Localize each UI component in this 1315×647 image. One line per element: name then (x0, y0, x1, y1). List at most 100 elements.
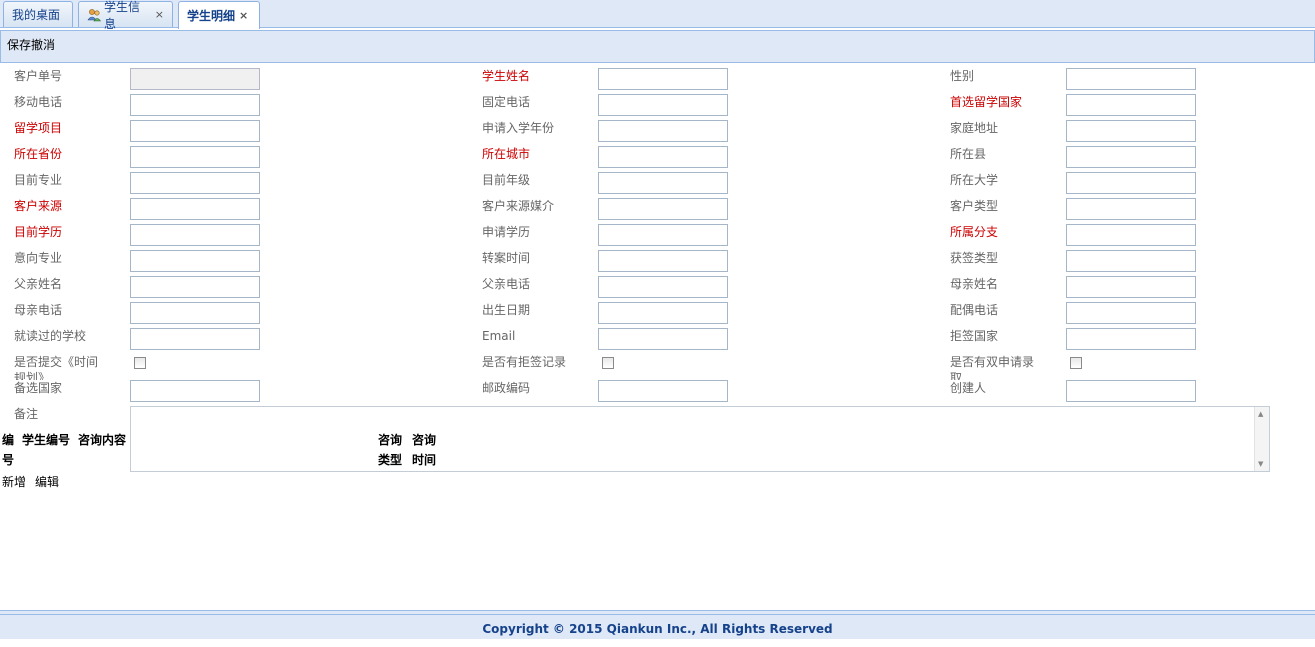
city-label: 所在城市 (482, 147, 531, 161)
father-phone-field[interactable] (598, 276, 728, 298)
dual-application-label: 是否有双申请录取 (950, 355, 1034, 380)
postal-code-label: 邮政编码 (482, 381, 531, 395)
header-consult-type: 咨询类型 (378, 433, 403, 467)
current-major-label: 目前专业 (14, 173, 63, 187)
header-id: 编号 (2, 433, 15, 467)
father-phone-label: 父亲电话 (482, 277, 531, 291)
email-field[interactable] (598, 328, 728, 350)
customer-type-field[interactable] (1066, 198, 1196, 220)
mother-name-field[interactable] (1066, 276, 1196, 298)
enroll-year-field[interactable] (598, 120, 728, 142)
has-refusal-checkbox[interactable] (602, 357, 614, 369)
province-label: 所在省份 (14, 147, 63, 161)
home-address-label: 家庭地址 (950, 121, 999, 135)
university-label: 所在大学 (950, 173, 999, 187)
header-consult-time: 咨询时间 (412, 433, 437, 467)
applied-education-label: 申请学历 (482, 225, 531, 239)
tab-bar: 我的桌面 学生信息 × 学生明细 × (0, 0, 1315, 31)
county-field[interactable] (1066, 146, 1196, 168)
toolbar: 保存撤消 (0, 30, 1315, 63)
customer-source-field[interactable] (130, 198, 260, 220)
university-field[interactable] (1066, 172, 1196, 194)
cancel-button[interactable]: 撤消 (31, 38, 55, 52)
city-field[interactable] (598, 146, 728, 168)
current-education-label: 目前学历 (14, 225, 63, 239)
save-button[interactable]: 保存 (7, 38, 31, 52)
phone-field[interactable] (598, 94, 728, 116)
creator-label: 创建人 (950, 381, 987, 395)
header-consult-content: 咨询内容 (78, 433, 127, 447)
branch-label: 所属分支 (950, 225, 999, 239)
close-icon[interactable]: × (239, 9, 248, 22)
close-icon[interactable]: × (155, 8, 164, 21)
tab-label: 我的桌面 (12, 8, 61, 22)
mother-phone-field[interactable] (130, 302, 260, 324)
refused-country-label: 拒签国家 (950, 329, 999, 343)
scrollbar[interactable]: ▲ ▼ (1254, 407, 1269, 471)
mother-phone-label: 母亲电话 (14, 303, 63, 317)
transfer-time-field[interactable] (598, 250, 728, 272)
edit-button[interactable]: 编辑 (35, 473, 59, 490)
intended-major-label: 意向专业 (14, 251, 63, 265)
customer-source-label: 客户来源 (14, 199, 63, 213)
postal-code-field[interactable] (598, 380, 728, 402)
alt-country-field[interactable] (130, 380, 260, 402)
visa-type-label: 获签类型 (950, 251, 999, 265)
province-field[interactable] (130, 146, 260, 168)
gender-field[interactable] (1066, 68, 1196, 90)
current-education-field[interactable] (130, 224, 260, 246)
has-refusal-label: 是否有拒签记录 (482, 355, 566, 369)
enroll-year-label: 申请入学年份 (482, 121, 555, 135)
alt-country-label: 备选国家 (14, 381, 63, 395)
home-address-field[interactable] (1066, 120, 1196, 142)
study-project-field[interactable] (130, 120, 260, 142)
tab-student-detail[interactable]: 学生明细 × (178, 1, 260, 29)
remark-textarea[interactable]: ▲ ▼ (130, 406, 1270, 472)
mobile-label: 移动电话 (14, 95, 63, 109)
school-attended-label: 就读过的学校 (14, 329, 87, 343)
county-label: 所在县 (950, 147, 987, 161)
customer-no-label: 客户单号 (14, 69, 63, 83)
birth-date-field[interactable] (598, 302, 728, 324)
tab-label: 学生信息 (104, 0, 141, 31)
scroll-up-icon[interactable]: ▲ (1258, 410, 1263, 418)
branch-field[interactable] (1066, 224, 1196, 246)
mobile-field[interactable] (130, 94, 260, 116)
tab-student-info[interactable]: 学生信息 × (78, 0, 173, 31)
transfer-time-label: 转案时间 (482, 251, 531, 265)
creator-field[interactable] (1066, 380, 1196, 402)
phone-label: 固定电话 (482, 95, 531, 109)
father-name-field[interactable] (130, 276, 260, 298)
dual-application-checkbox[interactable] (1070, 357, 1082, 369)
source-media-label: 客户来源媒介 (482, 199, 555, 213)
applied-education-field[interactable] (598, 224, 728, 246)
email-label: Email (482, 329, 516, 343)
student-name-field[interactable] (598, 68, 728, 90)
spouse-phone-label: 配偶电话 (950, 303, 999, 317)
visa-type-field[interactable] (1066, 250, 1196, 272)
current-grade-field[interactable] (598, 172, 728, 194)
refused-country-field[interactable] (1066, 328, 1196, 350)
student-name-label: 学生姓名 (482, 69, 531, 83)
study-project-label: 留学项目 (14, 121, 63, 135)
submitted-plan-checkbox[interactable] (134, 357, 146, 369)
current-major-field[interactable] (130, 172, 260, 194)
scroll-down-icon[interactable]: ▼ (1258, 460, 1263, 468)
tab-label: 学生明细 (187, 9, 236, 23)
customer-type-label: 客户类型 (950, 199, 999, 213)
source-media-field[interactable] (598, 198, 728, 220)
submitted-plan-label: 是否提交《时间规划》 (14, 355, 98, 380)
preferred-country-field[interactable] (1066, 94, 1196, 116)
mother-name-label: 母亲姓名 (950, 277, 999, 291)
add-button[interactable]: 新增 (2, 473, 26, 490)
tab-my-desktop[interactable]: 我的桌面 (3, 1, 73, 27)
intended-major-field[interactable] (130, 250, 260, 272)
header-student-no: 学生编号 (22, 433, 71, 447)
customer-no-field[interactable] (130, 68, 260, 90)
gender-label: 性别 (950, 69, 975, 83)
footer-divider (0, 614, 1315, 615)
father-name-label: 父亲姓名 (14, 277, 63, 291)
remark-label: 备注 (14, 407, 39, 421)
school-attended-field[interactable] (130, 328, 260, 350)
spouse-phone-field[interactable] (1066, 302, 1196, 324)
